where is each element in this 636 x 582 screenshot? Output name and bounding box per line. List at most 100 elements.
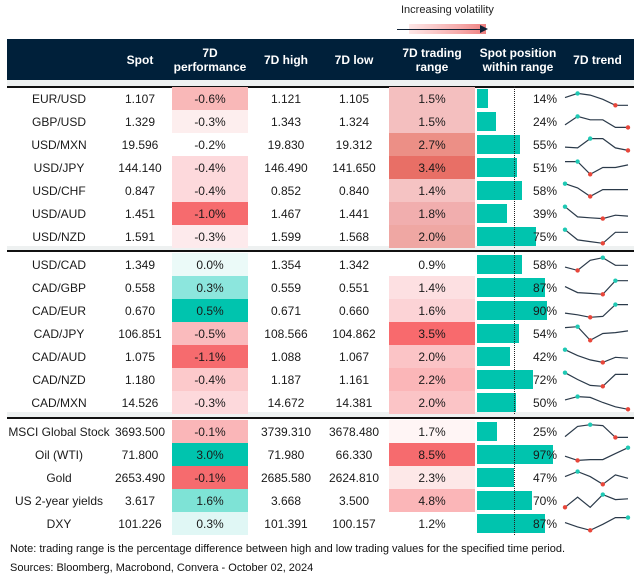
high-value: 108.566 [264,326,308,341]
trend-line [564,326,629,342]
trend-high-point [562,181,568,186]
spot-value: 0.558 [124,280,156,295]
performance-value: 0.3% [172,276,248,299]
instrument-name: Oil (WTI) [35,447,83,462]
trend-low-point [588,172,593,177]
range-midpoint-dotted-line [514,86,515,248]
spot-position-label: 70% [532,493,557,508]
trend-sparkline [564,469,629,487]
spot-position-label: 39% [532,206,557,221]
high-value: 71.980 [267,447,305,462]
trend-low-point [588,338,593,343]
trend-cell [560,512,634,535]
spot-position-bar [477,204,508,223]
trading-range-value: 2.0% [389,225,475,248]
table-row: GBP/USD 1.329 -0.3% 1.343 1.324 1.5% 24% [7,110,634,133]
trend-sparkline [564,136,631,153]
trading-range-value: 1.4% [389,276,475,299]
trend-high-point [562,370,568,375]
spot-position-label: 47% [532,470,557,485]
low-value: 66.330 [335,447,373,462]
trend-line [564,493,629,509]
low-value: 1.161 [338,372,370,387]
trend-line [564,303,628,318]
trend-line [564,183,628,198]
trend-line [564,137,629,151]
trend-high-point [575,469,580,474]
spot-value: 1.329 [124,114,156,129]
trend-line [565,160,629,176]
trend-cell [560,179,634,202]
table-row: CAD/MXN 14.526 -0.3% 14.672 14.381 2.0% 50% [7,391,634,414]
spot-position-bar [477,158,517,177]
table-row: USD/CHF 0.847 -0.4% 0.852 0.840 1.4% 58% [7,179,634,202]
trend-sparkline [564,515,631,533]
high-value: 3.668 [270,493,302,508]
trend-cell [560,489,634,512]
instrument-name: EUR/USD [31,91,86,106]
table-row: USD/NZD 1.591 -0.3% 1.599 1.568 2.0% 75% [7,225,634,248]
low-value: 0.840 [338,183,370,198]
spot-value: 1.349 [124,257,156,272]
table-row: CAD/GBP 0.558 0.3% 0.559 0.551 1.4% 87% [7,276,634,299]
instrument-name: CAD/MXN [31,395,87,410]
performance-value: -0.4% [172,156,248,179]
performance-value: -0.1% [172,466,248,489]
trading-range-value: 2.2% [389,368,475,391]
trend-high-point [625,515,631,520]
high-value: 0.852 [270,183,302,198]
spot-value: 71.800 [121,447,159,462]
high-value: 2685.580 [260,470,312,485]
trend-sparkline [564,278,628,297]
high-value: 1.088 [270,349,302,364]
header-spot-position: Spot position within range [479,45,557,74]
instrument-name: USD/NZD [32,229,86,244]
performance-value: 0.0% [172,253,248,276]
table-row: Gold 2653.490 -0.1% 2685.580 2624.810 2.3% 47% [7,466,634,489]
performance-value: -1.1% [172,345,248,368]
trend-high-point [600,492,605,497]
trading-range-value: 8.5% [389,443,475,466]
instrument-name: USD/AUD [31,206,86,221]
trend-high-point [600,255,605,260]
trend-low-point [600,292,605,297]
performance-value: 0.3% [172,512,248,535]
table-row: DXY 101.226 0.3% 101.391 100.157 1.2% 87% [7,512,634,535]
spot-position-bar [477,468,514,487]
trading-range-value: 2.0% [389,391,475,414]
performance-value: -0.1% [172,420,248,443]
trend-sparkline [562,204,629,221]
spot-value: 2653.490 [114,470,166,485]
trend-low-point [588,528,593,533]
trading-range-value: 1.6% [389,299,475,322]
trend-line [564,447,629,462]
trend-sparkline [564,91,628,108]
spot-position-label: 55% [532,137,557,152]
instrument-name: GBP/USD [31,114,86,129]
trend-sparkline [562,227,628,246]
trading-range-value: 4.8% [389,489,475,512]
trend-line [564,349,629,364]
table-row: USD/CAD 1.349 0.0% 1.354 1.342 0.9% 58% [7,253,634,276]
performance-value: 0.5% [172,299,248,322]
trend-high-point [562,347,568,352]
trend-line [564,372,628,387]
high-value: 19.830 [267,137,305,152]
trend-sparkline [564,255,628,273]
instrument-name: US 2-year yields [14,493,104,508]
footer-sources: Sources: Bloomberg, Macrobond, Convera -… [10,562,314,574]
high-value: 1.354 [270,257,302,272]
trading-range-value: 3.5% [389,322,475,345]
trend-low-point [625,125,631,130]
trend-line [564,280,628,295]
table-row: USD/AUD 1.451 -1.0% 1.467 1.441 1.8% 39% [7,202,634,225]
trading-range-value: 1.5% [389,87,475,110]
trend-sparkline [562,492,629,510]
instrument-name: CAD/GBP [31,280,86,295]
trading-range-value: 0.9% [389,253,475,276]
spot-position-bar [477,393,516,412]
instrument-name: CAD/JPY [33,326,85,341]
low-value: 100.157 [332,516,376,531]
low-value: 14.381 [335,395,373,410]
spot-value: 1.451 [124,206,156,221]
